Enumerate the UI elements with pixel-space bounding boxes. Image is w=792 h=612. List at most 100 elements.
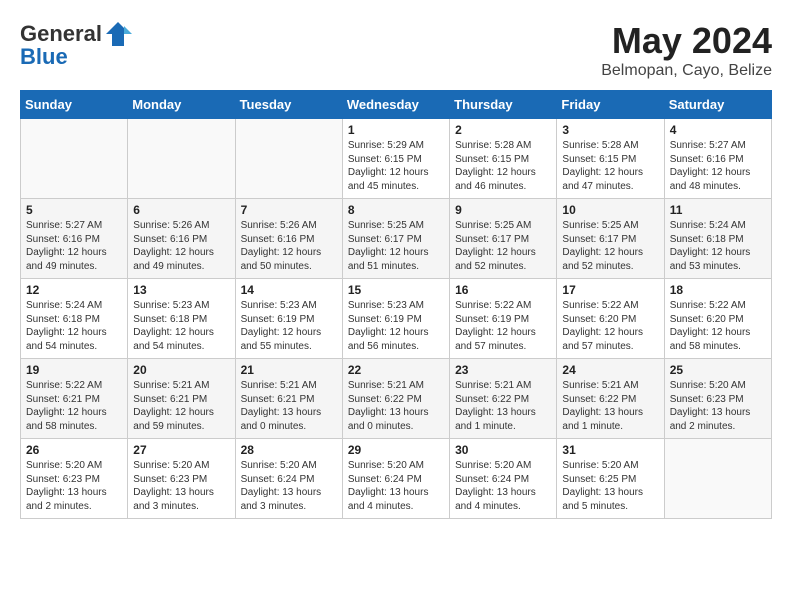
- day-number: 14: [241, 283, 337, 297]
- day-info: Sunrise: 5:21 AM Sunset: 6:22 PM Dayligh…: [348, 379, 444, 433]
- day-info: Sunrise: 5:21 AM Sunset: 6:22 PM Dayligh…: [562, 379, 658, 433]
- day-number: 10: [562, 203, 658, 217]
- day-header-friday: Friday: [557, 91, 664, 119]
- day-info: Sunrise: 5:26 AM Sunset: 6:16 PM Dayligh…: [133, 219, 229, 273]
- day-info: Sunrise: 5:25 AM Sunset: 6:17 PM Dayligh…: [562, 219, 658, 273]
- day-number: 19: [26, 363, 122, 377]
- calendar-cell: 8Sunrise: 5:25 AM Sunset: 6:17 PM Daylig…: [342, 199, 449, 279]
- day-number: 16: [455, 283, 551, 297]
- day-info: Sunrise: 5:29 AM Sunset: 6:15 PM Dayligh…: [348, 139, 444, 193]
- day-number: 18: [670, 283, 766, 297]
- day-number: 2: [455, 123, 551, 137]
- day-info: Sunrise: 5:23 AM Sunset: 6:19 PM Dayligh…: [348, 299, 444, 353]
- calendar-cell: 10 Sunrise: 5:25 AM Sunset: 6:17 PM Dayli…: [557, 199, 664, 279]
- calendar-cell: 9 Sunrise: 5:25 AM Sunset: 6:17 PM Daylig…: [450, 199, 557, 279]
- calendar-cell: [235, 119, 342, 199]
- calendar-cell: 14 Sunrise: 5:23 AM Sunset: 6:19 PM Dayli…: [235, 279, 342, 359]
- calendar-cell: 21Sunrise: 5:21 AM Sunset: 6:21 PM Dayli…: [235, 359, 342, 439]
- day-number: 17: [562, 283, 658, 297]
- calendar-week-row: 5 Sunrise: 5:27 AM Sunset: 6:16 PM Daylig…: [21, 199, 772, 279]
- day-number: 24: [562, 363, 658, 377]
- calendar-cell: 7Sunrise: 5:26 AM Sunset: 6:16 PM Daylig…: [235, 199, 342, 279]
- calendar-cell: 20 Sunrise: 5:21 AM Sunset: 6:21 PM Dayli…: [128, 359, 235, 439]
- calendar-cell: 5 Sunrise: 5:27 AM Sunset: 6:16 PM Daylig…: [21, 199, 128, 279]
- day-header-saturday: Saturday: [664, 91, 771, 119]
- calendar-cell: 17Sunrise: 5:22 AM Sunset: 6:20 PM Dayli…: [557, 279, 664, 359]
- day-number: 6: [133, 203, 229, 217]
- day-number: 7: [241, 203, 337, 217]
- day-number: 13: [133, 283, 229, 297]
- day-info: Sunrise: 5:20 AM Sunset: 6:24 PM Dayligh…: [455, 459, 551, 513]
- day-number: 23: [455, 363, 551, 377]
- day-number: 5: [26, 203, 122, 217]
- day-header-wednesday: Wednesday: [342, 91, 449, 119]
- calendar-cell: [664, 439, 771, 519]
- day-number: 20: [133, 363, 229, 377]
- day-info: Sunrise: 5:22 AM Sunset: 6:21 PM Dayligh…: [26, 379, 122, 433]
- calendar-cell: 24 Sunrise: 5:21 AM Sunset: 6:22 PM Dayli…: [557, 359, 664, 439]
- calendar-cell: [21, 119, 128, 199]
- day-header-monday: Monday: [128, 91, 235, 119]
- calendar-cell: 2Sunrise: 5:28 AM Sunset: 6:15 PM Daylig…: [450, 119, 557, 199]
- day-number: 3: [562, 123, 658, 137]
- calendar-cell: 6 Sunrise: 5:26 AM Sunset: 6:16 PM Daylig…: [128, 199, 235, 279]
- calendar-cell: 29 Sunrise: 5:20 AM Sunset: 6:24 PM Dayli…: [342, 439, 449, 519]
- day-info: Sunrise: 5:20 AM Sunset: 6:24 PM Dayligh…: [241, 459, 337, 513]
- calendar-cell: 3 Sunrise: 5:28 AM Sunset: 6:15 PM Daylig…: [557, 119, 664, 199]
- calendar-cell: [128, 119, 235, 199]
- day-number: 30: [455, 443, 551, 457]
- calendar-cell: 25 Sunrise: 5:20 AM Sunset: 6:23 PM Dayli…: [664, 359, 771, 439]
- calendar-cell: 1 Sunrise: 5:29 AM Sunset: 6:15 PM Daylig…: [342, 119, 449, 199]
- month-year-title: May 2024: [601, 20, 772, 62]
- day-header-thursday: Thursday: [450, 91, 557, 119]
- day-number: 1: [348, 123, 444, 137]
- calendar-cell: 11 Sunrise: 5:24 AM Sunset: 6:18 PM Dayli…: [664, 199, 771, 279]
- day-info: Sunrise: 5:20 AM Sunset: 6:24 PM Dayligh…: [348, 459, 444, 513]
- day-info: Sunrise: 5:25 AM Sunset: 6:17 PM Dayligh…: [455, 219, 551, 273]
- calendar-cell: 15 Sunrise: 5:23 AM Sunset: 6:19 PM Dayli…: [342, 279, 449, 359]
- day-info: Sunrise: 5:24 AM Sunset: 6:18 PM Dayligh…: [670, 219, 766, 273]
- day-number: 31: [562, 443, 658, 457]
- calendar-cell: 30 Sunrise: 5:20 AM Sunset: 6:24 PM Dayli…: [450, 439, 557, 519]
- day-info: Sunrise: 5:21 AM Sunset: 6:21 PM Dayligh…: [241, 379, 337, 433]
- calendar-cell: 13 Sunrise: 5:23 AM Sunset: 6:18 PM Dayli…: [128, 279, 235, 359]
- calendar-cell: 26 Sunrise: 5:20 AM Sunset: 6:23 PM Dayli…: [21, 439, 128, 519]
- day-number: 4: [670, 123, 766, 137]
- day-info: Sunrise: 5:28 AM Sunset: 6:15 PM Dayligh…: [562, 139, 658, 193]
- day-info: Sunrise: 5:21 AM Sunset: 6:22 PM Dayligh…: [455, 379, 551, 433]
- day-header-tuesday: Tuesday: [235, 91, 342, 119]
- day-number: 29: [348, 443, 444, 457]
- day-info: Sunrise: 5:22 AM Sunset: 6:20 PM Dayligh…: [670, 299, 766, 353]
- calendar-cell: 4 Sunrise: 5:27 AM Sunset: 6:16 PM Daylig…: [664, 119, 771, 199]
- day-info: Sunrise: 5:25 AM Sunset: 6:17 PM Dayligh…: [348, 219, 444, 273]
- day-info: Sunrise: 5:23 AM Sunset: 6:19 PM Dayligh…: [241, 299, 337, 353]
- calendar-week-row: 26 Sunrise: 5:20 AM Sunset: 6:23 PM Dayli…: [21, 439, 772, 519]
- calendar-week-row: 12 Sunrise: 5:24 AM Sunset: 6:18 PM Dayli…: [21, 279, 772, 359]
- day-info: Sunrise: 5:22 AM Sunset: 6:19 PM Dayligh…: [455, 299, 551, 353]
- logo: General Blue: [20, 20, 132, 70]
- day-info: Sunrise: 5:20 AM Sunset: 6:23 PM Dayligh…: [670, 379, 766, 433]
- day-info: Sunrise: 5:27 AM Sunset: 6:16 PM Dayligh…: [670, 139, 766, 193]
- calendar-cell: 28 Sunrise: 5:20 AM Sunset: 6:24 PM Dayli…: [235, 439, 342, 519]
- day-info: Sunrise: 5:23 AM Sunset: 6:18 PM Dayligh…: [133, 299, 229, 353]
- day-number: 15: [348, 283, 444, 297]
- day-number: 9: [455, 203, 551, 217]
- calendar-table: SundayMondayTuesdayWednesdayThursdayFrid…: [20, 90, 772, 519]
- day-info: Sunrise: 5:24 AM Sunset: 6:18 PM Dayligh…: [26, 299, 122, 353]
- day-number: 22: [348, 363, 444, 377]
- day-info: Sunrise: 5:21 AM Sunset: 6:21 PM Dayligh…: [133, 379, 229, 433]
- day-number: 12: [26, 283, 122, 297]
- location-subtitle: Belmopan, Cayo, Belize: [601, 62, 772, 80]
- day-number: 25: [670, 363, 766, 377]
- day-info: Sunrise: 5:20 AM Sunset: 6:23 PM Dayligh…: [26, 459, 122, 513]
- calendar-week-row: 19 Sunrise: 5:22 AM Sunset: 6:21 PM Dayli…: [21, 359, 772, 439]
- calendar-cell: 18 Sunrise: 5:22 AM Sunset: 6:20 PM Dayli…: [664, 279, 771, 359]
- day-number: 28: [241, 443, 337, 457]
- day-number: 11: [670, 203, 766, 217]
- calendar-cell: 31Sunrise: 5:20 AM Sunset: 6:25 PM Dayli…: [557, 439, 664, 519]
- calendar-week-row: 1 Sunrise: 5:29 AM Sunset: 6:15 PM Daylig…: [21, 119, 772, 199]
- calendar-cell: 19 Sunrise: 5:22 AM Sunset: 6:21 PM Dayli…: [21, 359, 128, 439]
- day-number: 26: [26, 443, 122, 457]
- page-header: General Blue May 2024 Belmopan, Cayo, Be…: [20, 20, 772, 80]
- day-info: Sunrise: 5:27 AM Sunset: 6:16 PM Dayligh…: [26, 219, 122, 273]
